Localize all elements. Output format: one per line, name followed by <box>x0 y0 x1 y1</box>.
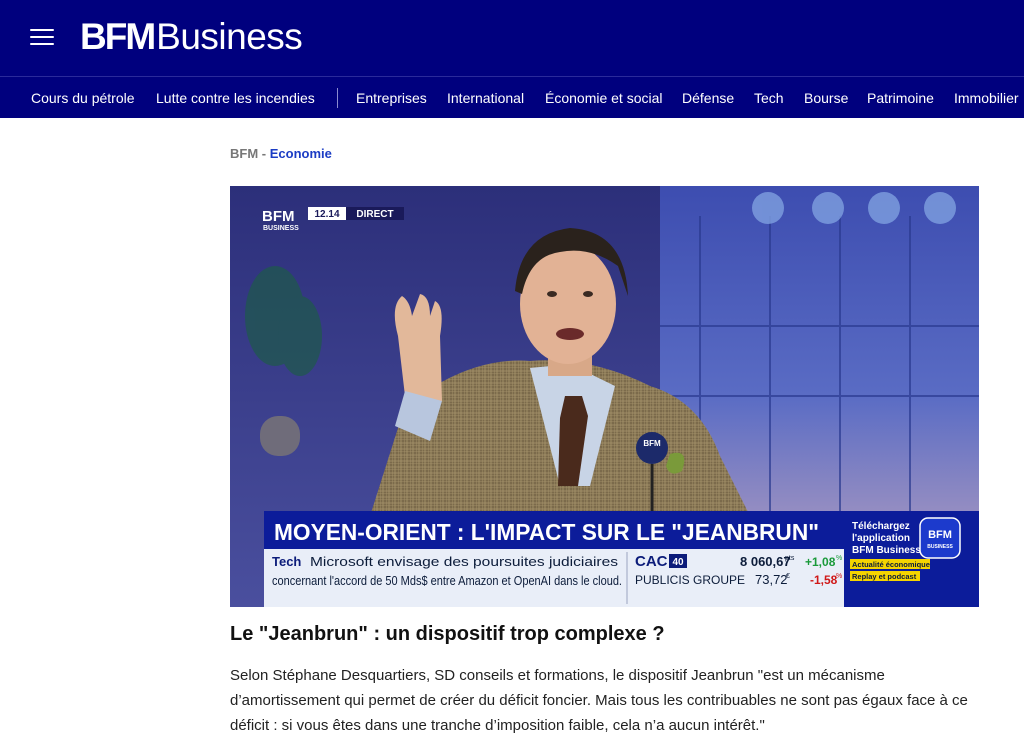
bug-logo: BFM <box>262 208 295 225</box>
bug-time: 12.14 <box>314 209 339 220</box>
promo-tag-2: Replay et podcast <box>852 572 917 581</box>
promo-logo-sub: BUSINESS <box>927 544 953 550</box>
site-header: BFMBusiness <box>0 0 1024 76</box>
stock-name: PUBLICIS GROUPE <box>635 573 745 587</box>
index-value: 8 060,67 <box>740 554 791 569</box>
stock-change: -1,58 <box>810 573 838 587</box>
nav-item-lutte-incendies[interactable]: Lutte contre les incendies <box>156 90 315 106</box>
hamburger-menu-icon[interactable] <box>30 27 56 47</box>
nav-item-defense[interactable]: Défense <box>682 90 734 106</box>
ticker-line-1: Microsoft envisage des poursuites judici… <box>310 554 619 569</box>
nav-item-immobilier[interactable]: Immobilier <box>954 90 1019 106</box>
nav-item-tech[interactable]: Tech <box>754 90 784 106</box>
breadcrumb: BFM - Economie <box>230 146 332 161</box>
nav-item-international[interactable]: International <box>447 90 524 106</box>
bug-logo-sub: BUSINESS <box>263 225 299 232</box>
nav-item-patrimoine[interactable]: Patrimoine <box>867 90 934 106</box>
ticker-tag: Tech <box>272 554 301 569</box>
hero-scene: BFM BFM BUSINESS 12.14 DIRECT MOYEN-ORIE… <box>230 186 979 607</box>
promo-line-2: l'application <box>852 533 910 544</box>
stock-value: 73,72 <box>755 572 788 587</box>
index-num: 40 <box>672 557 684 568</box>
index-pct: % <box>836 555 842 562</box>
stock-pct: % <box>836 573 842 580</box>
logo-business: Business <box>156 16 303 57</box>
stock-unit: € <box>786 573 790 580</box>
promo-logo: BFM <box>928 529 952 541</box>
main-nav: Cours du pétrole Lutte contre les incend… <box>0 76 1024 118</box>
breadcrumb-separator: - <box>261 146 267 161</box>
promo-tag-1: Actualité économique <box>852 560 930 569</box>
index-name: CAC <box>635 553 668 570</box>
mic-flag-text: BFM <box>643 439 661 448</box>
article-hero-image[interactable]: BFM BFM BUSINESS 12.14 DIRECT MOYEN-ORIE… <box>230 186 979 607</box>
nav-item-bourse[interactable]: Bourse <box>804 90 848 106</box>
promo-line-1: Téléchargez <box>852 521 910 532</box>
index-change: +1,08 <box>805 555 836 569</box>
nav-divider <box>337 88 338 108</box>
site-logo[interactable]: BFMBusiness <box>80 15 303 59</box>
index-unit: pts <box>785 555 795 562</box>
promo-line-3: BFM Business <box>852 545 921 556</box>
breadcrumb-category[interactable]: Economie <box>270 146 332 161</box>
article-headline: Le "Jeanbrun" : un dispositif trop compl… <box>230 623 665 645</box>
ticker-line-2: concernant l'accord de 50 Mds$ entre Ama… <box>272 573 622 588</box>
bug-live: DIRECT <box>356 209 393 220</box>
nav-item-entreprises[interactable]: Entreprises <box>356 90 427 106</box>
nav-item-cours-du-petrole[interactable]: Cours du pétrole <box>31 90 135 106</box>
article-paragraph: Selon Stéphane Desquartiers, SD conseils… <box>230 667 968 734</box>
nav-item-economie-social[interactable]: Économie et social <box>545 90 663 106</box>
breadcrumb-home[interactable]: BFM <box>230 146 258 161</box>
hero-banner-text: MOYEN-ORIENT : L'IMPACT SUR LE "JEANBRUN… <box>274 519 819 545</box>
logo-bfm: BFM <box>80 16 156 57</box>
